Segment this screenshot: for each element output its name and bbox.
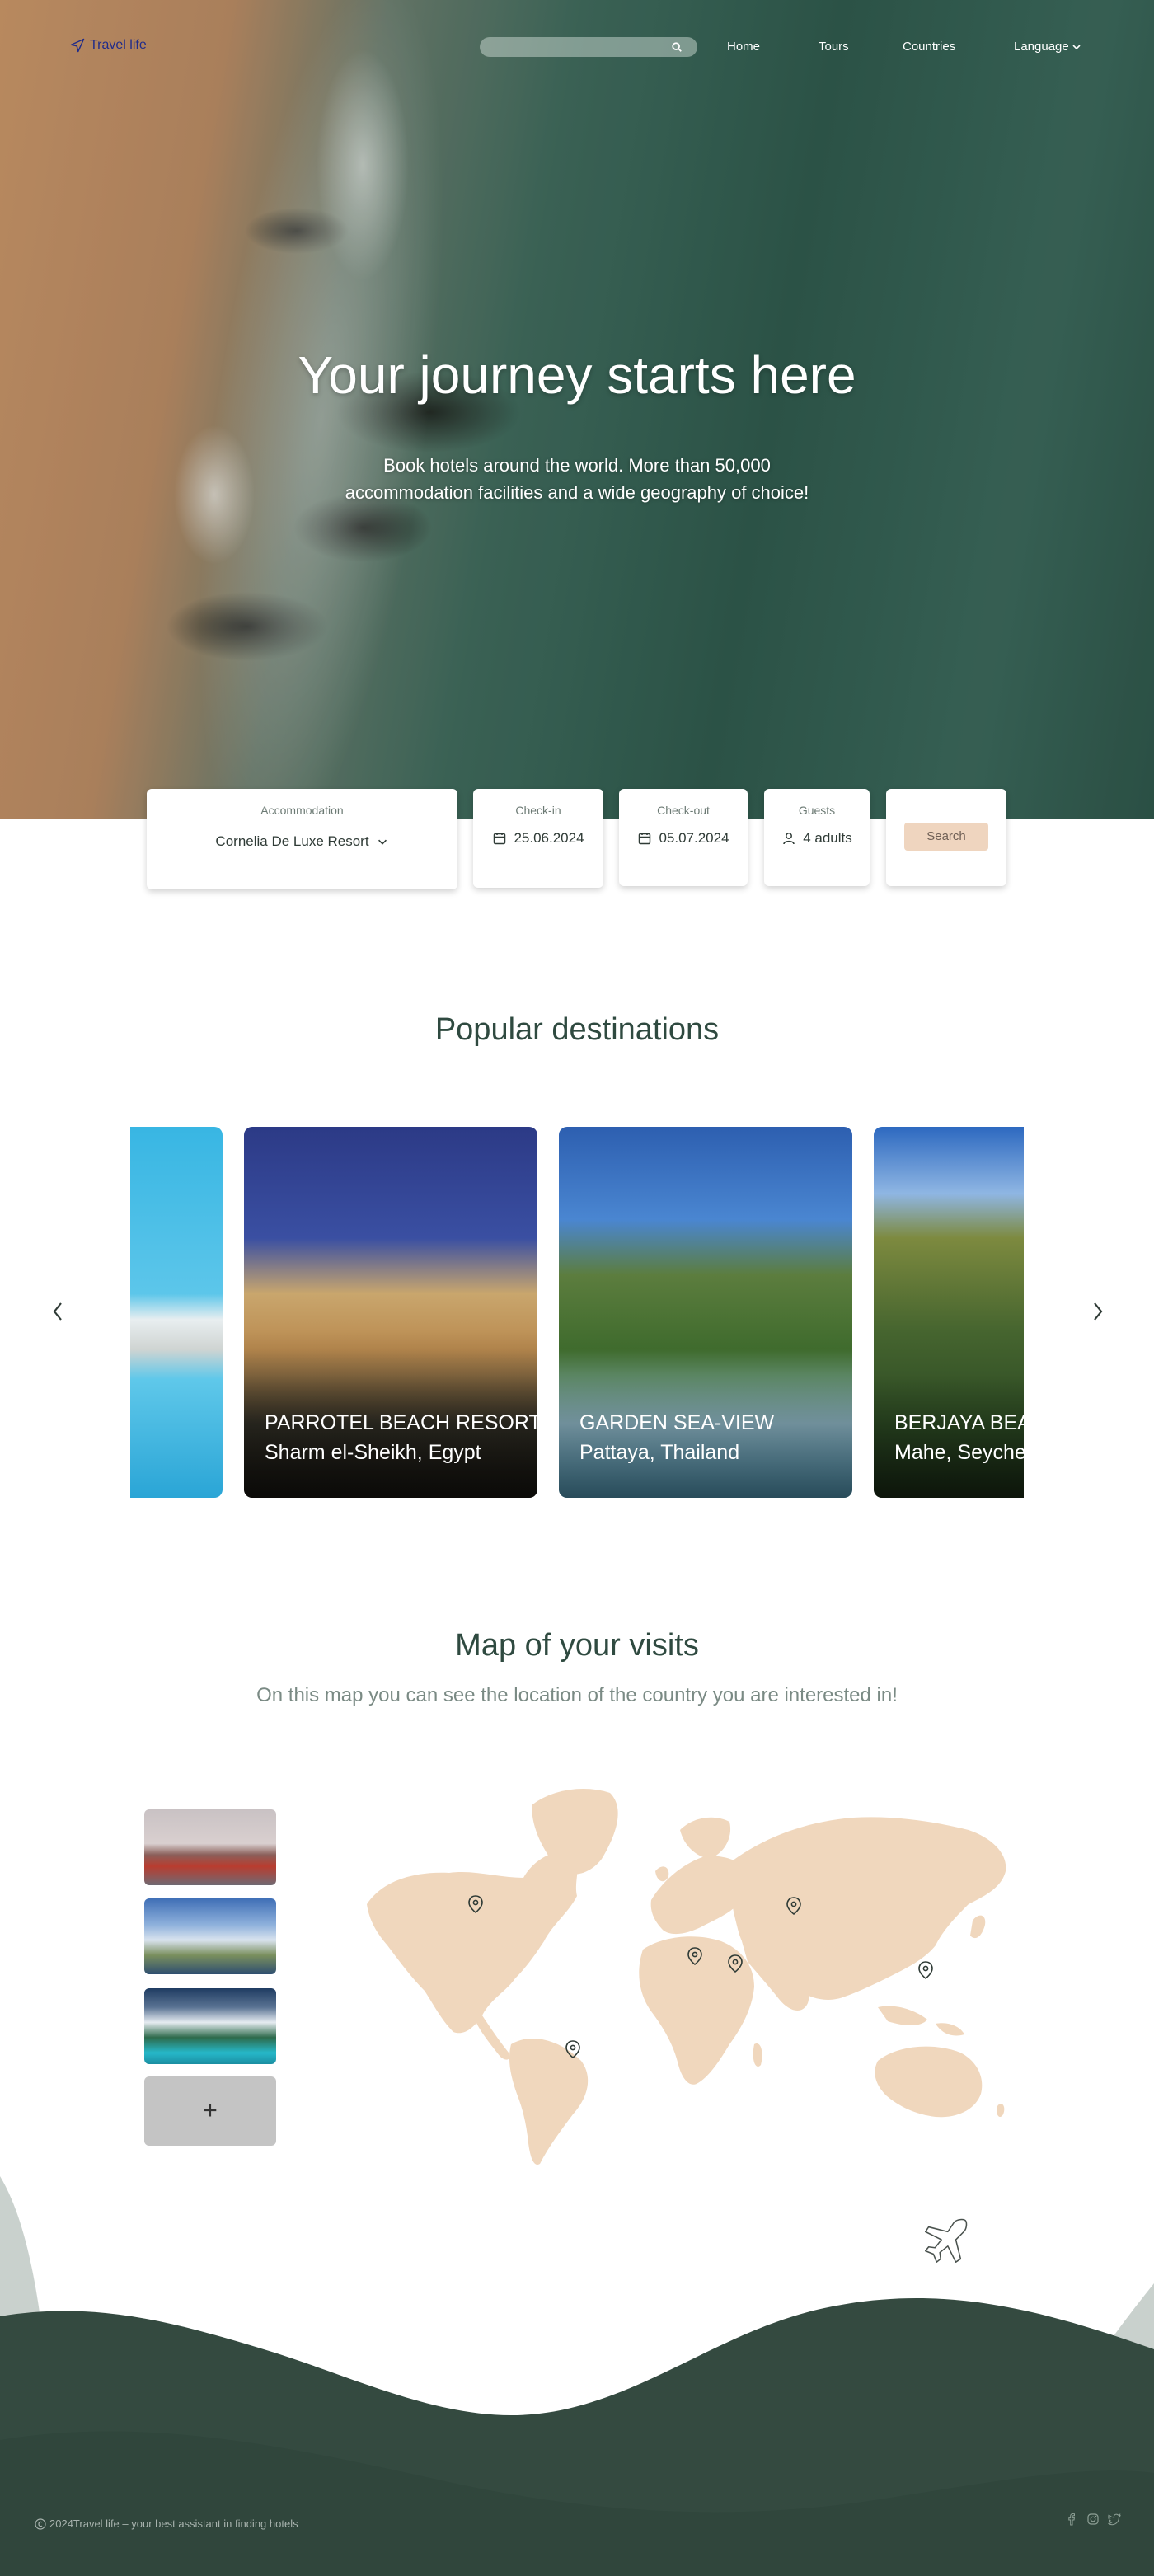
card-shade (559, 1374, 852, 1498)
checkout-value: 05.07.2024 (659, 830, 729, 846)
chevron-right-icon[interactable] (1088, 1298, 1108, 1325)
footer-waves (0, 2176, 1154, 2576)
hero-background-foam (152, 0, 491, 819)
destination-location: Pattaya, Thailand (579, 1441, 740, 1464)
search-button[interactable]: Search (904, 823, 988, 851)
destination-card[interactable]: BERJAYA BEAU Mahe, Seychel (874, 1127, 1024, 1498)
nav-tours[interactable]: Tours (819, 40, 849, 54)
map-pin-icon[interactable] (918, 1961, 933, 1980)
copyright-text: 2024Travel life – your best assistant in… (49, 2517, 298, 2530)
visit-thumbnail-rio[interactable] (144, 1898, 276, 1974)
facebook-icon[interactable] (1065, 2513, 1078, 2526)
chevron-down-icon (1072, 45, 1081, 50)
add-visit-button[interactable]: + (144, 2076, 276, 2146)
destination-name: BERJAYA BEAU (894, 1411, 1024, 1434)
destination-card[interactable]: PARROTEL BEACH RESORT Sharm el-Sheikh, E… (244, 1127, 537, 1498)
destination-card[interactable]: GARDEN SEA-VIEW Pattaya, Thailand (559, 1127, 852, 1498)
guests-value: 4 adults (803, 830, 852, 846)
top-navigation: Travel life Home Tours Countries Languag… (0, 33, 1154, 61)
nav-countries[interactable]: Countries (903, 40, 955, 54)
nav-language-label: Language (1014, 40, 1069, 54)
checkout-label: Check-out (657, 804, 710, 817)
copyright-icon (35, 2517, 46, 2530)
logo-text: Travel life (90, 38, 147, 52)
search-icon[interactable] (671, 41, 683, 53)
destinations-slider: PARROTEL BEACH RESORT Sharm el-Sheikh, E… (130, 1127, 1024, 1498)
map-title: Map of your visits (455, 1628, 699, 1663)
nav-home[interactable]: Home (727, 40, 760, 54)
destination-name: PARROTEL BEACH RESORT (265, 1411, 537, 1434)
chevron-down-icon (378, 839, 387, 845)
destination-name: GARDEN SEA-VIEW (579, 1411, 775, 1434)
hero-section: Travel life Home Tours Countries Languag… (0, 0, 1154, 819)
popular-title: Popular destinations (434, 1012, 720, 1047)
twitter-icon[interactable] (1108, 2513, 1121, 2526)
guests-field[interactable]: Guests 4 adults (764, 789, 870, 886)
user-icon (783, 833, 795, 845)
hero-subtitle: Book hotels around the world. More than … (345, 455, 809, 503)
checkin-field[interactable]: Check-in 25.06.2024 (473, 789, 603, 888)
guests-label: Guests (798, 804, 836, 817)
instagram-icon[interactable] (1086, 2513, 1100, 2526)
airplane-icon (924, 2218, 968, 2263)
world-map-land (367, 1789, 1006, 2165)
footer-copyright: 2024Travel life – your best assistant in… (35, 2517, 298, 2530)
accommodation-value: Cornelia De Luxe Resort (215, 833, 369, 849)
visit-thumbnail-lake[interactable] (144, 1988, 276, 2064)
accommodation-label: Accommodation (260, 804, 344, 817)
card-shade (244, 1374, 537, 1498)
world-map (367, 1789, 1006, 2165)
search-card: Search (886, 789, 1006, 886)
visit-thumbnail-japan[interactable] (144, 1809, 276, 1885)
checkin-value: 25.06.2024 (514, 830, 584, 846)
card-shade (874, 1374, 1024, 1498)
hero-title: Your journey starts here (298, 345, 856, 405)
search-input[interactable] (480, 37, 697, 57)
social-links (1065, 2513, 1121, 2526)
destination-location: Mahe, Seychel (894, 1441, 1024, 1464)
logo[interactable]: Travel life (70, 38, 147, 53)
destination-location: Sharm el-Sheikh, Egypt (265, 1441, 481, 1464)
nav-language[interactable]: Language (1014, 40, 1081, 54)
destination-card[interactable] (130, 1127, 223, 1498)
checkin-label: Check-in (515, 804, 561, 817)
accommodation-field[interactable]: Accommodation Cornelia De Luxe Resort (147, 789, 457, 889)
paper-plane-icon (70, 38, 85, 53)
chevron-left-icon[interactable] (48, 1298, 68, 1325)
checkout-field[interactable]: Check-out 05.07.2024 (619, 789, 748, 886)
map-subtitle: On this map you can see the location of … (256, 1684, 898, 1706)
calendar-icon (494, 833, 506, 845)
calendar-icon (639, 833, 651, 845)
